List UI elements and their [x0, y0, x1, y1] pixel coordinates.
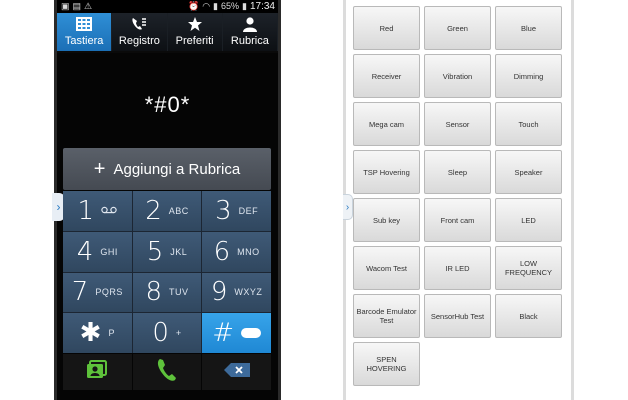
- test-button-low-frequency[interactable]: LOW FREQUENCY: [495, 246, 562, 290]
- tab-registro[interactable]: Registro: [112, 13, 168, 51]
- dialer-tab-bar: Tastiera Registro Preferiti Rubrica: [57, 13, 278, 53]
- key-letters: ABC: [168, 205, 189, 216]
- clock: 17:34: [249, 1, 275, 12]
- test-button-red[interactable]: Red: [353, 6, 420, 50]
- key-6[interactable]: 6 MNO: [202, 231, 271, 272]
- voicemail-icon: [101, 206, 117, 216]
- notification-icon: ▣: [61, 1, 70, 11]
- side-panel-handle-right[interactable]: ›: [343, 194, 353, 220]
- key-0[interactable]: 0 +: [132, 313, 202, 353]
- key-5[interactable]: 5 JKL: [132, 231, 202, 272]
- chevron-right-icon: ›: [345, 201, 350, 213]
- phone-call-icon: [155, 357, 179, 388]
- test-button-receiver[interactable]: Receiver: [353, 54, 420, 98]
- key-hash[interactable]: #: [202, 313, 271, 353]
- test-button-sensor[interactable]: Sensor: [424, 102, 491, 146]
- tab-preferiti[interactable]: Preferiti: [168, 13, 223, 51]
- key-letters: MNO: [237, 246, 260, 257]
- key-letters: TUV: [169, 287, 189, 298]
- status-bar: ▣ ▤ ⚠ ⏰ ◠ ▮ 65% ▮ 17:34: [57, 0, 278, 13]
- key-digit: 8: [145, 277, 163, 308]
- key-4[interactable]: 4 GHI: [63, 231, 132, 272]
- image-notification-icon: ▤: [72, 1, 82, 11]
- key-digit: 0: [152, 318, 169, 349]
- signal-icon: ▮: [213, 1, 218, 11]
- key-1[interactable]: 1: [63, 191, 132, 231]
- add-to-contacts-label: Aggiungi a Rubrica: [113, 160, 241, 178]
- key-digit: 2: [145, 195, 162, 226]
- key-8[interactable]: 8 TUV: [132, 272, 202, 313]
- key-letters: WXYZ: [234, 287, 263, 298]
- contact-card-icon: [85, 359, 109, 385]
- key-2[interactable]: 2 ABC: [132, 191, 202, 231]
- key-digit: #: [212, 318, 235, 349]
- key-letters: PQRS: [95, 287, 123, 298]
- key-digit: 7: [71, 277, 89, 308]
- test-button-mega-cam[interactable]: Mega cam: [353, 102, 420, 146]
- key-digit: 5: [146, 236, 164, 267]
- test-button-sensorhub[interactable]: SensorHub Test: [424, 294, 491, 338]
- test-button-black[interactable]: Black: [495, 294, 562, 338]
- tab-label: Registro: [118, 35, 160, 47]
- test-button-barcode-emulator[interactable]: Barcode Emulator Test: [353, 294, 420, 338]
- dial-keypad: 1 2 ABC 3 DEF 4 GHI 5 JKL 6 MNO 7 PQRS 8…: [63, 191, 271, 353]
- screenshot-stage: ▣ ▤ ⚠ ⏰ ◠ ▮ 65% ▮ 17:34 Tastiera Registr…: [0, 0, 628, 400]
- key-letters: JKL: [170, 246, 188, 257]
- test-button-vibration[interactable]: Vibration: [424, 54, 491, 98]
- backspace-button[interactable]: [202, 354, 271, 390]
- test-button-dimming[interactable]: Dimming: [495, 54, 562, 98]
- backspace-icon: [223, 362, 251, 383]
- key-letters: DEF: [238, 205, 259, 216]
- tab-label: Tastiera: [64, 35, 104, 47]
- tab-label: Preferiti: [175, 35, 214, 47]
- key-letters: +: [175, 328, 182, 339]
- star-icon: [187, 15, 203, 33]
- contact-icon: [242, 15, 258, 33]
- key-digit: 9: [210, 277, 228, 308]
- test-button-front-cam[interactable]: Front cam: [424, 198, 491, 242]
- phone-bezel-right: [278, 0, 281, 400]
- key-9[interactable]: 9 WXYZ: [202, 272, 271, 313]
- chevron-right-icon: ›: [56, 200, 61, 214]
- keypad-icon: [76, 15, 93, 33]
- test-button-tsp-hovering[interactable]: TSP Hovering: [353, 150, 420, 194]
- test-button-green[interactable]: Green: [424, 6, 491, 50]
- key-digit: 6: [213, 236, 231, 267]
- key-digit: 4: [76, 236, 94, 267]
- key-digit: ✱: [79, 318, 102, 349]
- wifi-icon: ◠: [202, 1, 211, 11]
- key-star[interactable]: ✱ P: [63, 313, 132, 353]
- test-button-sleep[interactable]: Sleep: [424, 150, 491, 194]
- key-digit: 3: [215, 195, 232, 226]
- test-button-touch[interactable]: Touch: [495, 102, 562, 146]
- key-3[interactable]: 3 DEF: [202, 191, 271, 231]
- battery-percent: 65%: [221, 1, 240, 11]
- test-button-led[interactable]: LED: [495, 198, 562, 242]
- call-log-icon: [130, 15, 148, 33]
- test-button-wacom-test[interactable]: Wacom Test: [353, 246, 420, 290]
- key-letters: P: [108, 328, 115, 339]
- dialed-number: *#0*: [144, 92, 191, 117]
- test-button-spen-hovering[interactable]: SPEN HOVERING: [353, 342, 420, 386]
- test-button-speaker[interactable]: Speaker: [495, 150, 562, 194]
- tab-rubrica[interactable]: Rubrica: [223, 13, 278, 51]
- dialer-action-row: [63, 354, 271, 390]
- warning-icon: ⚠: [84, 1, 93, 11]
- alarm-icon: ⏰: [187, 1, 200, 11]
- tab-tastiera[interactable]: Tastiera: [57, 13, 113, 51]
- silent-mode-toggle-icon: [241, 328, 262, 339]
- test-button-sub-key[interactable]: Sub key: [353, 198, 420, 242]
- call-button[interactable]: [132, 354, 202, 390]
- add-to-contacts-button[interactable]: + Aggiungi a Rubrica: [63, 148, 271, 190]
- plus-icon: +: [93, 158, 106, 180]
- tab-label: Rubrica: [230, 35, 269, 47]
- battery-icon: ▮: [242, 1, 247, 11]
- test-button-ir-led[interactable]: IR LED: [424, 246, 491, 290]
- video-call-button[interactable]: [63, 354, 132, 390]
- key-7[interactable]: 7 PQRS: [63, 272, 132, 313]
- key-digit: 1: [77, 195, 95, 226]
- test-button-blue[interactable]: Blue: [495, 6, 562, 50]
- key-letters: GHI: [100, 246, 118, 257]
- test-button-grid: Red Green Blue Receiver Vibration Dimmin…: [353, 6, 562, 386]
